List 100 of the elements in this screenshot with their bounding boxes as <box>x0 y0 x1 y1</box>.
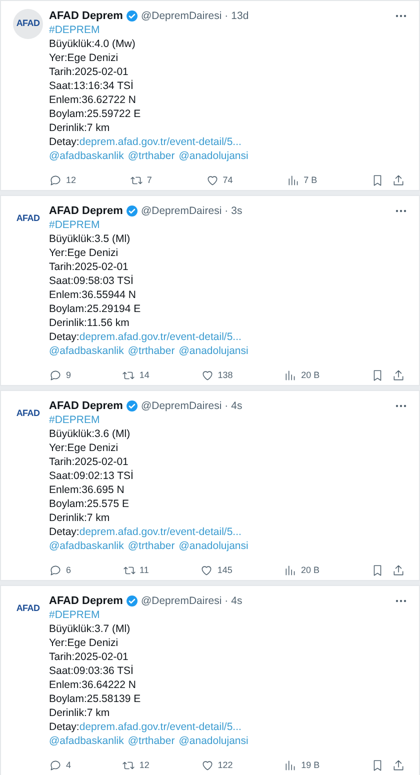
tweet-text-line: Tarih:2025-02-01 <box>49 66 128 78</box>
share-icon[interactable] <box>392 758 405 772</box>
repost-count: 12 <box>139 759 150 772</box>
author-handle[interactable]: @DepremDairesi <box>140 594 222 608</box>
reply-count: 9 <box>66 369 72 382</box>
verified-badge-icon <box>126 400 138 412</box>
detail-link[interactable]: deprem.afad.gov.tr/event-detail/5... <box>79 721 242 733</box>
view-count: 19 B <box>301 759 320 772</box>
tweet-text-line: Yer:Ege Denizi <box>49 247 118 259</box>
tweet-text-line: Saat:09:58:03 TSİ <box>49 275 134 287</box>
tweet-text-line: Büyüklük:4.0 (Mw) <box>49 38 136 50</box>
mention-link[interactable]: @anadolujansi <box>178 734 248 748</box>
detail-label: Detay: <box>49 331 80 343</box>
tweet-text-line: Enlem:36.55944 N <box>49 289 136 301</box>
tweet-text-line: Büyüklük:3.5 (Ml) <box>49 233 130 245</box>
more-icon[interactable] <box>395 599 407 603</box>
like-icon[interactable] <box>200 758 214 772</box>
repost-count: 11 <box>140 564 149 577</box>
mention-link[interactable]: @anadolujansi <box>178 344 248 358</box>
avatar: AFAD <box>13 9 43 39</box>
reply-icon[interactable] <box>49 368 62 382</box>
separator-dot: · <box>224 9 228 23</box>
tweet-text-line: Tarih:2025-02-01 <box>49 651 128 663</box>
tweet-text-line: Yer:Ege Denizi <box>49 637 118 649</box>
reply-count: 12 <box>66 174 76 187</box>
reply-icon[interactable] <box>49 758 62 772</box>
mention-link[interactable]: @afadbaskanlik <box>49 344 124 358</box>
like-icon[interactable] <box>206 174 219 186</box>
share-icon[interactable] <box>392 174 405 186</box>
hashtag-link[interactable]: #DEPREM <box>49 414 100 426</box>
mention-link[interactable]: @afadbaskanlik <box>49 539 124 553</box>
tweet-text-line: Derinlik:7 km <box>49 122 110 134</box>
tweet-text-line: Enlem:36.62722 N <box>49 94 136 106</box>
mention-link[interactable]: @anadolujansi <box>178 149 248 163</box>
separator-dot: · <box>224 594 228 608</box>
mention-link[interactable]: @trthaber <box>128 344 175 358</box>
detail-link[interactable]: deprem.afad.gov.tr/event-detail/5... <box>79 331 242 343</box>
author-name[interactable]: AFAD Deprem <box>49 204 123 218</box>
tweet-text-line: Yer:Ege Denizi <box>49 52 118 64</box>
like-icon[interactable] <box>200 564 214 576</box>
hashtag-link[interactable]: #DEPREM <box>49 609 100 621</box>
tweet-text-line: Enlem:36.64222 N <box>49 679 136 691</box>
mention-link[interactable]: @anadolujansi <box>178 539 248 553</box>
timestamp[interactable]: 4s <box>231 399 242 413</box>
more-icon[interactable] <box>395 209 407 213</box>
detail-label: Detay: <box>49 721 80 733</box>
author-handle[interactable]: @DepremDairesi <box>140 9 222 23</box>
share-icon[interactable] <box>392 564 405 576</box>
tweet-text-line: Boylam:25.575 E <box>49 498 129 510</box>
reply-icon[interactable] <box>49 564 62 576</box>
tweet-text-line: Tarih:2025-02-01 <box>49 261 128 273</box>
tweet-text-line: Büyüklük:3.7 (Ml) <box>49 623 130 635</box>
separator-dot: · <box>224 204 228 218</box>
like-icon[interactable] <box>200 368 214 382</box>
views-icon[interactable] <box>286 174 300 186</box>
reply-count: 6 <box>66 564 72 577</box>
author-name[interactable]: AFAD Deprem <box>49 9 123 23</box>
views-icon[interactable] <box>284 758 298 772</box>
views-icon[interactable] <box>284 564 297 576</box>
timestamp[interactable]: 13d <box>231 9 249 23</box>
like-count: 122 <box>218 759 233 772</box>
bookmark-icon[interactable] <box>371 174 384 186</box>
tweet-text-line: Boylam:25.59722 E <box>49 108 141 120</box>
tweet-text-line: Boylam:25.29194 E <box>49 303 141 315</box>
verified-badge-icon <box>126 595 138 607</box>
detail-link[interactable]: deprem.afad.gov.tr/event-detail/5... <box>79 526 242 538</box>
separator-dot: · <box>224 399 228 413</box>
tweet-text-line: Saat:09:02:13 TSİ <box>49 470 134 482</box>
tweet-text-line: Saat:13:16:34 TSİ <box>49 80 134 92</box>
hashtag-link[interactable]: #DEPREM <box>49 24 100 36</box>
reply-icon[interactable] <box>49 174 62 186</box>
more-icon[interactable] <box>395 14 407 18</box>
tweet-text-line: Yer:Ege Denizi <box>49 442 118 454</box>
mention-link[interactable]: @trthaber <box>128 539 175 553</box>
like-count: 145 <box>217 564 232 577</box>
hashtag-link[interactable]: #DEPREM <box>49 219 100 231</box>
mention-link[interactable]: @afadbaskanlik <box>49 734 124 748</box>
detail-label: Detay: <box>49 526 80 538</box>
tweet-text-line: Derinlik:7 km <box>49 707 110 719</box>
mention-link[interactable]: @afadbaskanlik <box>49 149 124 163</box>
author-name[interactable]: AFAD Deprem <box>49 594 123 608</box>
view-count: 20 B <box>301 369 320 382</box>
author-name[interactable]: AFAD Deprem <box>49 399 123 413</box>
tweet-text-line: Tarih:2025-02-01 <box>49 456 128 468</box>
timestamp[interactable]: 3s <box>231 204 242 218</box>
tweet-text-line: Boylam:25.58139 E <box>49 693 141 705</box>
verified-badge-icon <box>126 10 138 22</box>
timestamp[interactable]: 4s <box>231 594 242 608</box>
detail-link[interactable]: deprem.afad.gov.tr/event-detail/5... <box>79 136 242 148</box>
mention-link[interactable]: @trthaber <box>128 734 175 748</box>
author-handle[interactable]: @DepremDairesi <box>140 204 222 218</box>
tweet-text-line: Enlem:36.695 N <box>49 484 124 496</box>
mention-link[interactable]: @trthaber <box>128 149 175 163</box>
share-icon[interactable] <box>392 368 405 382</box>
author-handle[interactable]: @DepremDairesi <box>140 399 222 413</box>
views-icon[interactable] <box>284 368 298 382</box>
more-icon[interactable] <box>395 404 407 408</box>
tweet-text-line: Derinlik:7 km <box>49 512 110 524</box>
view-count: 20 B <box>300 564 320 577</box>
repost-count: 14 <box>139 369 150 382</box>
